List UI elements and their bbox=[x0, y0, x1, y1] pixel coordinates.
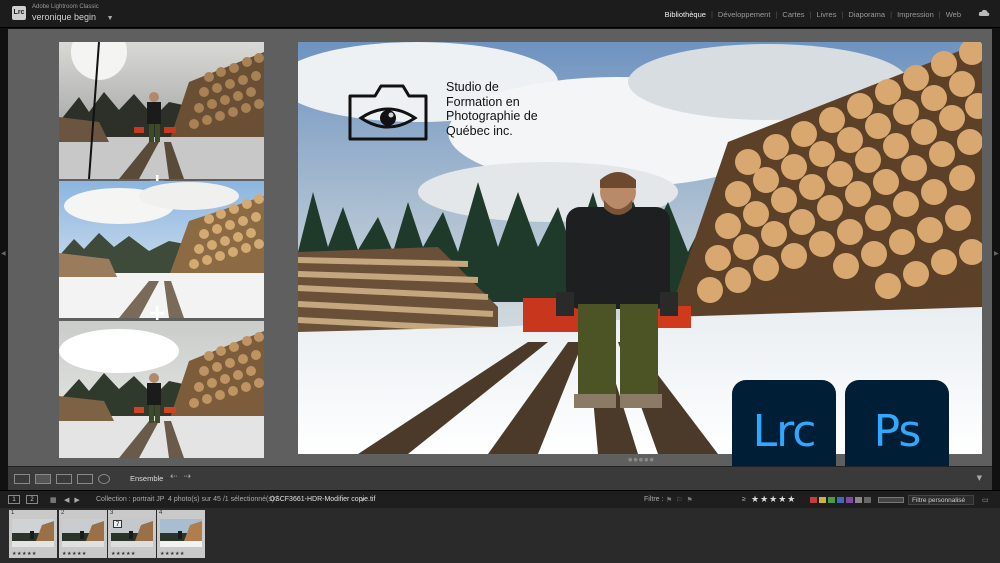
people-view-icon[interactable] bbox=[98, 474, 110, 484]
module-developpement[interactable]: Développement bbox=[713, 10, 776, 19]
thumb-image bbox=[160, 519, 202, 547]
plus-icon: + bbox=[148, 301, 167, 326]
kind-filter-icon[interactable] bbox=[878, 497, 904, 503]
thumb-image bbox=[62, 519, 104, 547]
loupe-view-icon[interactable] bbox=[35, 474, 51, 484]
selected-filename[interactable]: DSCF3661-HDR-Modifier copie.tif bbox=[270, 496, 375, 503]
filmstrip-thumb-3[interactable]: 3 7 ★★★★★ bbox=[108, 510, 156, 558]
flag-filter-icons[interactable]: ⚑⚐⚑ bbox=[666, 496, 697, 504]
compare-view-icon[interactable] bbox=[56, 474, 72, 484]
color-label-green[interactable] bbox=[828, 497, 835, 503]
filename-caret-icon[interactable]: ▾ bbox=[361, 496, 365, 504]
left-panel-toggle-icon[interactable]: ◀ bbox=[1, 250, 7, 260]
stack-count-badge[interactable]: 7 bbox=[113, 520, 122, 528]
right-panel-toggle-icon[interactable]: ▶ bbox=[994, 250, 1000, 260]
filmstrip-thumb-4[interactable]: 4 ★★★★★ bbox=[157, 510, 205, 558]
module-diaporama[interactable]: Diaporama bbox=[843, 10, 890, 19]
filter-label: Filtre : bbox=[644, 496, 664, 503]
module-impression[interactable]: Impression bbox=[892, 10, 939, 19]
module-bibliotheque[interactable]: Bibliothèque bbox=[660, 10, 711, 19]
thumb-image bbox=[12, 519, 54, 547]
primary-window-button[interactable]: 1 bbox=[8, 495, 20, 504]
filmstrip-thumb-1[interactable]: 1 ★★★★★ bbox=[9, 510, 57, 558]
lightroom-logo: Lrc bbox=[12, 6, 26, 20]
filter-preset-dropdown[interactable]: Filtre personnalisé bbox=[908, 495, 974, 505]
sort-order-label[interactable]: Ensemble bbox=[130, 474, 163, 483]
library-toolbar: Ensemble ⇠⇢ ▼ bbox=[8, 466, 992, 490]
source-photo-2 bbox=[59, 181, 264, 318]
rating-operator[interactable]: ≥ bbox=[742, 496, 746, 503]
module-livres[interactable]: Livres bbox=[811, 10, 841, 19]
cloud-sync-icon[interactable] bbox=[978, 9, 990, 17]
color-label-red[interactable] bbox=[810, 497, 817, 503]
toolbar-options-chevron-icon[interactable]: ▼ bbox=[977, 474, 982, 482]
color-label-blue[interactable] bbox=[837, 497, 844, 503]
module-cartes[interactable]: Cartes bbox=[777, 10, 809, 19]
toolbar-nav-arrows-icon[interactable]: ⇠⇢ bbox=[170, 472, 197, 482]
studio-name-text: Studio de Formation en Photographie de Q… bbox=[446, 80, 538, 138]
source-photo-1 bbox=[59, 42, 264, 179]
photo-exposure-bright bbox=[59, 181, 264, 318]
survey-view-icon[interactable] bbox=[77, 474, 93, 484]
module-web[interactable]: Web bbox=[941, 10, 966, 19]
camera-eye-logo-icon bbox=[348, 84, 428, 141]
app-title: Adobe Lightroom Classic bbox=[32, 4, 99, 10]
color-label-none[interactable] bbox=[855, 497, 862, 503]
photo-exposure-normal bbox=[59, 321, 264, 458]
secondary-window-button[interactable]: 2 bbox=[26, 495, 38, 504]
color-label-purple[interactable] bbox=[846, 497, 853, 503]
rating-filter-stars[interactable]: ★★★★★ bbox=[751, 494, 796, 505]
grid-view-icon[interactable] bbox=[14, 474, 30, 484]
filmstrip-header: 1 2 ▦ ◀▶ Collection : portrait JP 4 phot… bbox=[0, 490, 1000, 508]
source-photo-3 bbox=[59, 321, 264, 458]
grid-icon[interactable]: ▦ bbox=[50, 496, 57, 504]
filter-lock-icon[interactable]: ▭ bbox=[982, 496, 989, 504]
photo-count: 4 photo(s) sur 45 /1 sélectionné(s) / bbox=[168, 496, 279, 503]
filmstrip-grip-dots[interactable]: ●●●●● bbox=[628, 457, 655, 463]
user-name: veronique begin bbox=[32, 12, 97, 22]
module-picker: Bibliothèque | Développement | Cartes | Liv… bbox=[660, 10, 966, 19]
collection-path[interactable]: Collection : portrait JP bbox=[96, 496, 164, 503]
top-bar: Lrc Adobe Lightroom Classic veronique be… bbox=[0, 0, 1000, 28]
photo-exposure-dark bbox=[59, 42, 264, 179]
identity-plate[interactable]: Adobe Lightroom Classic veronique begin … bbox=[32, 3, 114, 25]
back-forward-arrows-icon[interactable]: ◀▶ bbox=[64, 496, 85, 504]
color-label-yellow[interactable] bbox=[819, 497, 826, 503]
identity-caret-icon[interactable]: ▼ bbox=[107, 15, 114, 22]
filmstrip-thumb-2[interactable]: 2 ★★★★★ bbox=[59, 510, 107, 558]
filmstrip: 1 ★★★★★ 2 ★★★★★ 3 7 ★★★★★ 4 ★★★★★ bbox=[0, 508, 1000, 563]
color-label-other[interactable] bbox=[864, 497, 871, 503]
